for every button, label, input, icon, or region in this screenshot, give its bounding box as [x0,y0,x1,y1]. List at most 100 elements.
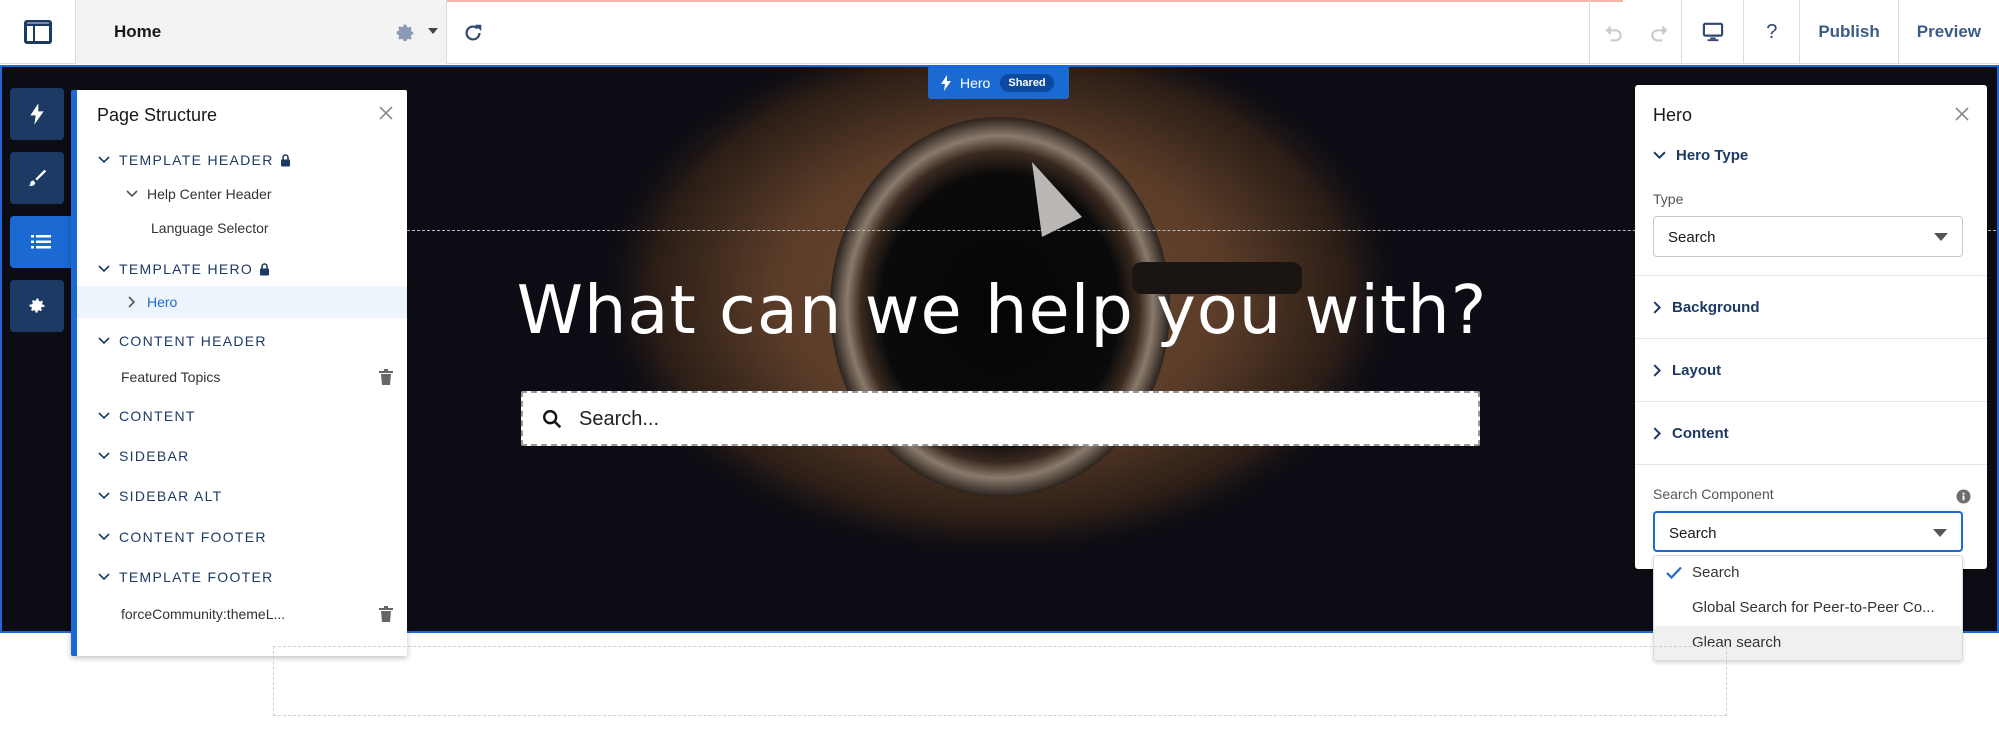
tree-template-header[interactable]: TEMPLATE HEADER [77,144,407,176]
search-icon [541,408,563,435]
tree-content-header[interactable]: CONTENT HEADER [77,325,407,357]
device-preview-button[interactable] [1681,0,1743,64]
chevron-down-icon[interactable] [97,533,111,541]
list-icon [31,235,51,249]
tree-content-footer[interactable]: CONTENT FOOTER [77,521,407,553]
chevron-down-icon[interactable] [97,265,111,273]
divider [1635,275,1987,276]
option-label: Global Search for Peer-to-Peer Co... [1692,599,1935,616]
lock-icon [260,262,270,275]
tree-item-label: Language Selector [151,220,269,236]
chevron-down-icon[interactable] [428,28,438,34]
desktop-icon [1702,22,1724,42]
lightning-icon [30,103,44,125]
chevron-right-icon [1653,364,1662,377]
divider [1635,401,1987,402]
chevron-down-icon[interactable] [97,412,111,420]
tree-theme-layout[interactable]: forceCommunity:themeL... [77,598,407,630]
search-component-select[interactable]: Search [1653,511,1963,552]
preview-button[interactable]: Preview [1897,0,1999,64]
close-icon[interactable] [379,106,393,125]
section-label: Content [1672,425,1729,442]
chevron-down-icon [1933,529,1947,537]
trash-icon[interactable] [379,606,393,625]
tree-item-label: Featured Topics [121,369,221,385]
tree-item-label: SIDEBAR ALT [119,488,223,504]
chevron-down-icon[interactable] [97,337,111,345]
lightning-icon [941,74,951,91]
section-label: Hero Type [1676,147,1749,164]
type-value: Search [1668,229,1716,246]
option-label: Search [1692,564,1740,581]
background-section[interactable]: Background [1653,299,1760,316]
section-label: Layout [1672,362,1722,379]
redo-button[interactable] [1637,0,1681,64]
chevron-down-icon[interactable] [97,573,111,581]
search-component-label: Search Component [1653,486,1774,502]
chevron-right-icon [1653,427,1662,440]
chevron-down-icon[interactable] [125,190,139,198]
divider [1635,338,1987,339]
shared-badge: Shared [1000,73,1054,92]
tree-hero[interactable]: Hero [77,286,407,318]
left-rail [10,88,74,344]
trash-icon[interactable] [379,369,393,388]
option-search[interactable]: Search [1654,556,1962,590]
page-structure-button[interactable] [10,216,72,268]
hero-headline: What can we help you with? [516,271,1488,349]
lock-icon [280,153,290,166]
page-selector[interactable]: Home [75,0,447,64]
tree-help-center-header[interactable]: Help Center Header [77,178,407,210]
divider [1635,464,1987,465]
tree-content[interactable]: CONTENT [77,400,407,432]
brush-icon [28,169,47,186]
search-placeholder: Search... [579,408,660,430]
tree-item-label: CONTENT HEADER [119,333,267,349]
property-panel: Hero Hero Type Type Search Background La… [1635,85,1987,569]
tree-item-label: Hero [147,294,178,310]
undo-icon [1605,25,1622,42]
redo-icon [1651,25,1668,42]
tree-language-selector[interactable]: Language Selector [77,212,407,244]
settings-button[interactable] [10,280,64,332]
panel-title: Hero [1653,105,1693,125]
refresh-icon[interactable] [462,22,484,49]
empty-region-placeholder[interactable] [273,646,1727,716]
tree-template-footer[interactable]: TEMPLATE FOOTER [77,561,407,593]
app-menu-button[interactable] [0,0,75,64]
tree-item-label: CONTENT FOOTER [119,529,267,545]
components-button[interactable] [10,88,64,140]
hero-type-section[interactable]: Hero Type [1653,147,1748,164]
content-section[interactable]: Content [1653,425,1729,442]
progress-line [377,0,1623,2]
chevron-down-icon[interactable] [97,452,111,460]
help-button[interactable]: ? [1743,0,1799,64]
hero-component-tag[interactable]: Hero Shared [928,66,1069,99]
close-icon[interactable] [1955,107,1969,126]
type-label: Type [1653,191,1684,207]
tree-template-hero[interactable]: TEMPLATE HERO [77,253,407,285]
page-settings-icon[interactable] [394,21,416,48]
hero-search-input[interactable]: Search... [521,391,1480,446]
tree-featured-topics[interactable]: Featured Topics [77,361,407,393]
type-select[interactable]: Search [1653,216,1963,257]
publish-button[interactable]: Publish [1799,0,1897,64]
theme-button[interactable] [10,152,64,204]
chevron-down-icon [1653,151,1666,160]
toolbar-actions: ? Publish Preview [1589,0,1999,64]
tree-sidebar-alt[interactable]: SIDEBAR ALT [77,480,407,512]
option-global-search[interactable]: Global Search for Peer-to-Peer Co... [1654,591,1962,625]
chevron-down-icon[interactable] [97,492,111,500]
info-icon[interactable] [1956,489,1971,509]
top-toolbar: Home ? Publish Preview [0,0,1999,64]
hero-chip-label: Hero [960,74,991,91]
tree-item-label: TEMPLATE HERO [119,261,254,277]
chevron-right-icon [1653,301,1662,314]
chevron-right-icon[interactable] [125,296,139,308]
undo-button[interactable] [1589,0,1637,64]
tree-sidebar[interactable]: SIDEBAR [77,440,407,472]
chevron-down-icon[interactable] [97,156,111,164]
layout-section[interactable]: Layout [1653,362,1721,379]
tree-item-label: SIDEBAR [119,448,190,464]
section-label: Background [1672,299,1760,316]
